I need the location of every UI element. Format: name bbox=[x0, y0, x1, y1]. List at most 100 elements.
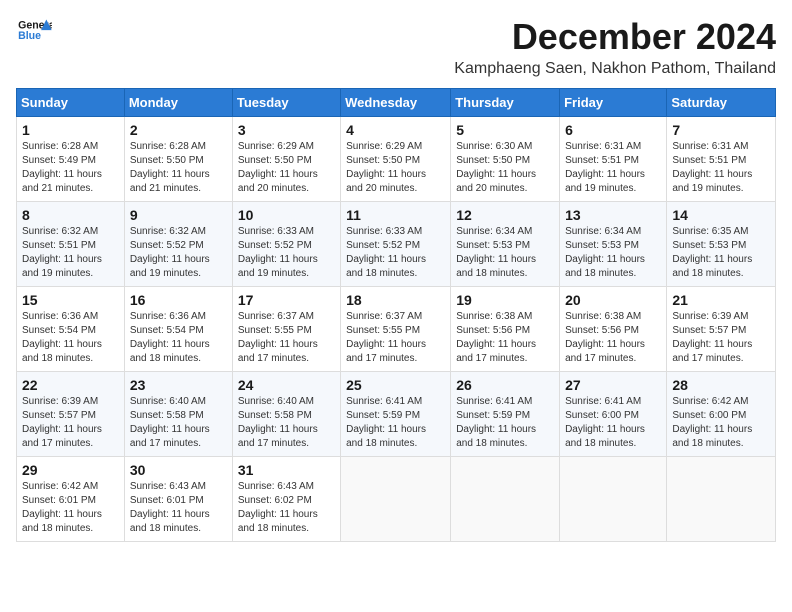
calendar-cell: 6Sunrise: 6:31 AM Sunset: 5:51 PM Daylig… bbox=[560, 117, 667, 202]
calendar: SundayMondayTuesdayWednesdayThursdayFrid… bbox=[16, 88, 776, 542]
weekday-header-friday: Friday bbox=[560, 89, 667, 117]
calendar-cell: 25 Sunrise: 6:41 AM Sunset: 5:59 PM Dayli… bbox=[341, 372, 451, 457]
day-number: 27 bbox=[565, 377, 661, 393]
calendar-cell: 30Sunrise: 6:43 AM Sunset: 6:01 PM Dayli… bbox=[124, 457, 232, 542]
calendar-cell: 18Sunrise: 6:37 AM Sunset: 5:55 PM Dayli… bbox=[341, 287, 451, 372]
calendar-cell: 8 Sunrise: 6:32 AM Sunset: 5:51 PM Daylig… bbox=[17, 202, 125, 287]
calendar-cell: 9 Sunrise: 6:32 AM Sunset: 5:52 PM Daylig… bbox=[124, 202, 232, 287]
day-info: Sunrise: 6:28 AM Sunset: 5:50 PM Dayligh… bbox=[130, 140, 227, 196]
day-info: Sunrise: 6:40 AM Sunset: 5:58 PM Dayligh… bbox=[238, 395, 335, 451]
calendar-cell: 29Sunrise: 6:42 AM Sunset: 6:01 PM Dayli… bbox=[17, 457, 125, 542]
svg-text:Blue: Blue bbox=[18, 30, 41, 42]
calendar-cell: 10 Sunrise: 6:33 AM Sunset: 5:52 PM Dayli… bbox=[232, 202, 340, 287]
day-info: Sunrise: 6:42 AM Sunset: 6:00 PM Dayligh… bbox=[672, 395, 770, 451]
day-number: 10 bbox=[238, 207, 335, 223]
day-number: 21 bbox=[672, 292, 770, 308]
day-info: Sunrise: 6:32 AM Sunset: 5:51 PM Dayligh… bbox=[22, 225, 119, 281]
day-info: Sunrise: 6:34 AM Sunset: 5:53 PM Dayligh… bbox=[456, 225, 554, 281]
day-info: Sunrise: 6:39 AM Sunset: 5:57 PM Dayligh… bbox=[22, 395, 119, 451]
day-info: Sunrise: 6:35 AM Sunset: 5:53 PM Dayligh… bbox=[672, 225, 770, 281]
day-number: 17 bbox=[238, 292, 335, 308]
day-info: Sunrise: 6:30 AM Sunset: 5:50 PM Dayligh… bbox=[456, 140, 554, 196]
day-number: 25 bbox=[346, 377, 445, 393]
day-number: 5 bbox=[456, 122, 554, 138]
day-info: Sunrise: 6:36 AM Sunset: 5:54 PM Dayligh… bbox=[22, 310, 119, 366]
calendar-week-4: 22 Sunrise: 6:39 AM Sunset: 5:57 PM Dayli… bbox=[17, 372, 776, 457]
day-info: Sunrise: 6:31 AM Sunset: 5:51 PM Dayligh… bbox=[672, 140, 770, 196]
calendar-cell: 27 Sunrise: 6:41 AM Sunset: 6:00 PM Dayli… bbox=[560, 372, 667, 457]
day-number: 30 bbox=[130, 462, 227, 478]
calendar-cell: 19Sunrise: 6:38 AM Sunset: 5:56 PM Dayli… bbox=[451, 287, 560, 372]
calendar-cell: 14Sunrise: 6:35 AM Sunset: 5:53 PM Dayli… bbox=[667, 202, 776, 287]
day-info: Sunrise: 6:38 AM Sunset: 5:56 PM Dayligh… bbox=[565, 310, 661, 366]
day-info: Sunrise: 6:41 AM Sunset: 6:00 PM Dayligh… bbox=[565, 395, 661, 451]
weekday-header-monday: Monday bbox=[124, 89, 232, 117]
calendar-week-1: 1 Sunrise: 6:28 AM Sunset: 5:49 PM Daylig… bbox=[17, 117, 776, 202]
day-number: 1 bbox=[22, 122, 119, 138]
calendar-cell: 23 Sunrise: 6:40 AM Sunset: 5:58 PM Dayli… bbox=[124, 372, 232, 457]
calendar-cell: 15 Sunrise: 6:36 AM Sunset: 5:54 PM Dayli… bbox=[17, 287, 125, 372]
weekday-header-thursday: Thursday bbox=[451, 89, 560, 117]
logo-icon: General Blue bbox=[16, 16, 52, 46]
calendar-cell: 5 Sunrise: 6:30 AM Sunset: 5:50 PM Daylig… bbox=[451, 117, 560, 202]
day-info: Sunrise: 6:29 AM Sunset: 5:50 PM Dayligh… bbox=[346, 140, 445, 196]
calendar-week-2: 8 Sunrise: 6:32 AM Sunset: 5:51 PM Daylig… bbox=[17, 202, 776, 287]
calendar-cell bbox=[451, 457, 560, 542]
day-info: Sunrise: 6:39 AM Sunset: 5:57 PM Dayligh… bbox=[672, 310, 770, 366]
day-info: Sunrise: 6:36 AM Sunset: 5:54 PM Dayligh… bbox=[130, 310, 227, 366]
weekday-header-tuesday: Tuesday bbox=[232, 89, 340, 117]
day-info: Sunrise: 6:37 AM Sunset: 5:55 PM Dayligh… bbox=[238, 310, 335, 366]
day-number: 26 bbox=[456, 377, 554, 393]
calendar-cell: 16 Sunrise: 6:36 AM Sunset: 5:54 PM Dayli… bbox=[124, 287, 232, 372]
calendar-cell: 2Sunrise: 6:28 AM Sunset: 5:50 PM Daylig… bbox=[124, 117, 232, 202]
day-number: 23 bbox=[130, 377, 227, 393]
day-number: 4 bbox=[346, 122, 445, 138]
calendar-cell: 7 Sunrise: 6:31 AM Sunset: 5:51 PM Daylig… bbox=[667, 117, 776, 202]
day-number: 19 bbox=[456, 292, 554, 308]
day-info: Sunrise: 6:34 AM Sunset: 5:53 PM Dayligh… bbox=[565, 225, 661, 281]
calendar-cell bbox=[667, 457, 776, 542]
calendar-header: SundayMondayTuesdayWednesdayThursdayFrid… bbox=[17, 89, 776, 117]
day-info: Sunrise: 6:29 AM Sunset: 5:50 PM Dayligh… bbox=[238, 140, 335, 196]
day-number: 22 bbox=[22, 377, 119, 393]
month-title: December 2024 bbox=[454, 16, 776, 58]
day-info: Sunrise: 6:33 AM Sunset: 5:52 PM Dayligh… bbox=[238, 225, 335, 281]
calendar-week-5: 29Sunrise: 6:42 AM Sunset: 6:01 PM Dayli… bbox=[17, 457, 776, 542]
calendar-cell: 17 Sunrise: 6:37 AM Sunset: 5:55 PM Dayli… bbox=[232, 287, 340, 372]
calendar-cell: 4 Sunrise: 6:29 AM Sunset: 5:50 PM Daylig… bbox=[341, 117, 451, 202]
day-number: 24 bbox=[238, 377, 335, 393]
weekday-header-saturday: Saturday bbox=[667, 89, 776, 117]
weekday-header-wednesday: Wednesday bbox=[341, 89, 451, 117]
day-info: Sunrise: 6:41 AM Sunset: 5:59 PM Dayligh… bbox=[346, 395, 445, 451]
day-number: 8 bbox=[22, 207, 119, 223]
calendar-cell: 3Sunrise: 6:29 AM Sunset: 5:50 PM Daylig… bbox=[232, 117, 340, 202]
day-info: Sunrise: 6:28 AM Sunset: 5:49 PM Dayligh… bbox=[22, 140, 119, 196]
day-info: Sunrise: 6:42 AM Sunset: 6:01 PM Dayligh… bbox=[22, 480, 119, 536]
calendar-cell: 20 Sunrise: 6:38 AM Sunset: 5:56 PM Dayli… bbox=[560, 287, 667, 372]
calendar-cell: 11Sunrise: 6:33 AM Sunset: 5:52 PM Dayli… bbox=[341, 202, 451, 287]
day-number: 16 bbox=[130, 292, 227, 308]
calendar-cell bbox=[341, 457, 451, 542]
day-info: Sunrise: 6:32 AM Sunset: 5:52 PM Dayligh… bbox=[130, 225, 227, 281]
calendar-cell: 28 Sunrise: 6:42 AM Sunset: 6:00 PM Dayli… bbox=[667, 372, 776, 457]
calendar-cell: 13Sunrise: 6:34 AM Sunset: 5:53 PM Dayli… bbox=[560, 202, 667, 287]
calendar-cell: 31 Sunrise: 6:43 AM Sunset: 6:02 PM Dayli… bbox=[232, 457, 340, 542]
day-number: 28 bbox=[672, 377, 770, 393]
day-number: 6 bbox=[565, 122, 661, 138]
calendar-cell: 24 Sunrise: 6:40 AM Sunset: 5:58 PM Dayli… bbox=[232, 372, 340, 457]
day-info: Sunrise: 6:43 AM Sunset: 6:02 PM Dayligh… bbox=[238, 480, 335, 536]
logo: General Blue bbox=[16, 16, 52, 46]
day-info: Sunrise: 6:40 AM Sunset: 5:58 PM Dayligh… bbox=[130, 395, 227, 451]
location: Kamphaeng Saen, Nakhon Pathom, Thailand bbox=[454, 60, 776, 78]
day-number: 15 bbox=[22, 292, 119, 308]
calendar-cell: 22 Sunrise: 6:39 AM Sunset: 5:57 PM Dayli… bbox=[17, 372, 125, 457]
day-number: 31 bbox=[238, 462, 335, 478]
page-header: General Blue December 2024 Kamphaeng Sae… bbox=[16, 16, 776, 78]
day-number: 12 bbox=[456, 207, 554, 223]
day-number: 20 bbox=[565, 292, 661, 308]
calendar-cell: 21 Sunrise: 6:39 AM Sunset: 5:57 PM Dayli… bbox=[667, 287, 776, 372]
day-info: Sunrise: 6:37 AM Sunset: 5:55 PM Dayligh… bbox=[346, 310, 445, 366]
day-number: 7 bbox=[672, 122, 770, 138]
day-number: 9 bbox=[130, 207, 227, 223]
calendar-cell bbox=[560, 457, 667, 542]
